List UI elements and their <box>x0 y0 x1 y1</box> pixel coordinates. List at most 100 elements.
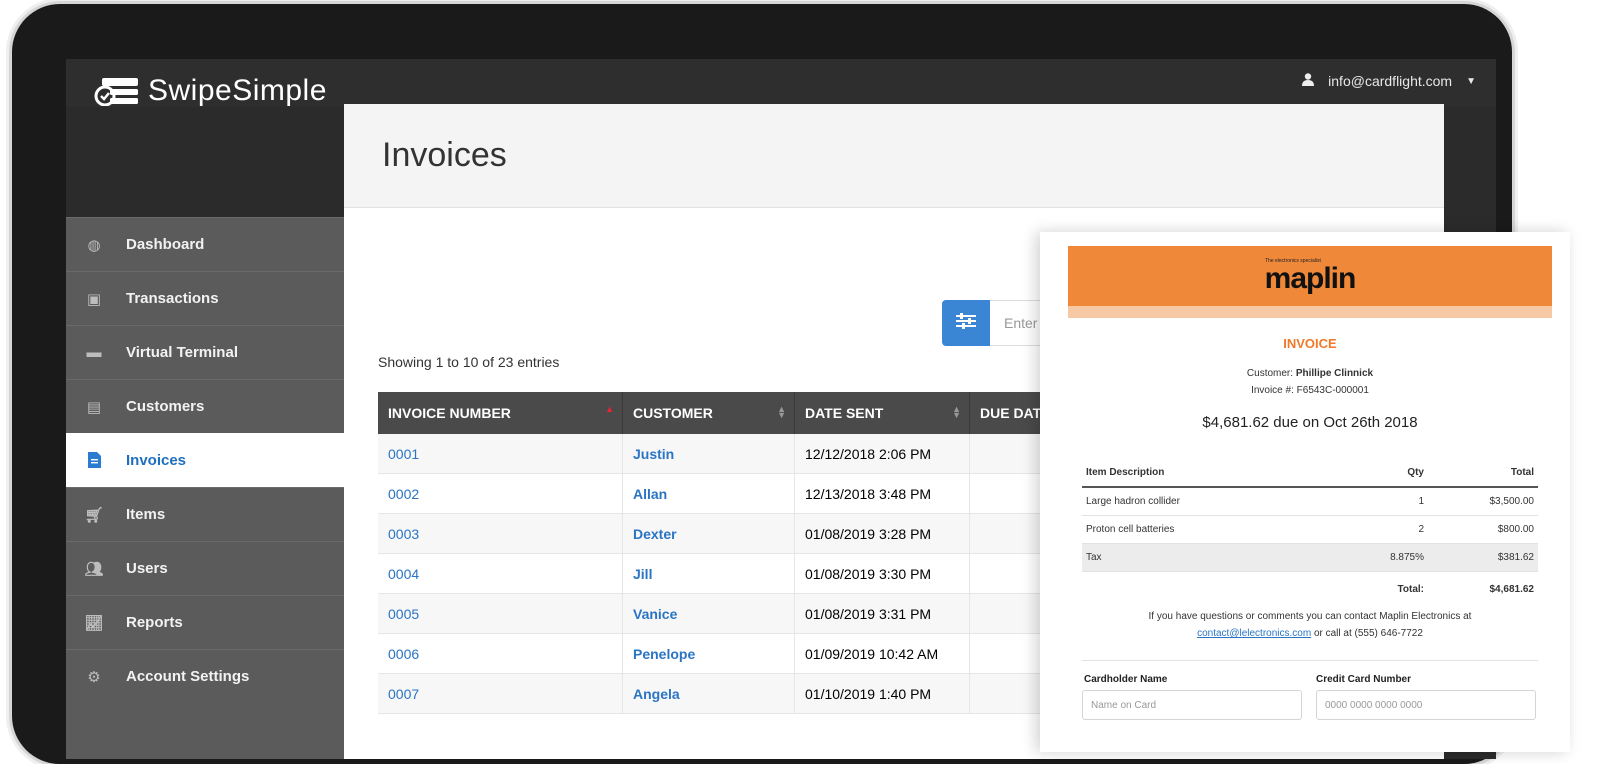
dashboard-icon: ◍ <box>87 236 101 254</box>
customer-label: Customer: <box>1246 368 1294 379</box>
chart-icon: 📈︎ <box>84 614 104 632</box>
sidebar-item-label: Invoices <box>126 451 187 469</box>
transactions-icon: ▣ <box>86 290 102 308</box>
sidebar-item-virtual-terminal[interactable]: ▬ Virtual Terminal <box>66 325 344 379</box>
customer-link[interactable]: Jill <box>623 554 795 593</box>
maplin-logo: maplin <box>1264 262 1357 295</box>
card-icon: ▬ <box>86 344 102 361</box>
document-icon <box>84 452 104 468</box>
user-menu[interactable]: info@cardflight.com ▼ <box>1302 73 1476 89</box>
sidebar-item-label: Dashboard <box>126 236 205 253</box>
invoice-number-link[interactable]: 0006 <box>378 634 623 673</box>
invoice-number-link[interactable]: 0003 <box>378 514 623 553</box>
invoice-due-amount: $4,681.62 due on Oct 26th 2018 <box>1202 414 1418 431</box>
column-label: INVOICE NUMBER <box>388 405 511 421</box>
sliders-icon <box>956 312 976 334</box>
date-sent: 12/13/2018 3:48 PM <box>795 474 970 513</box>
user-email: info@cardflight.com <box>1328 73 1453 89</box>
sidebar-item-label: Users <box>126 560 168 577</box>
invoice-heading: INVOICE <box>1283 336 1337 351</box>
contact-email-link[interactable]: contact@lelectronics.com <box>1197 628 1311 639</box>
item-total: $800.00 <box>1497 524 1534 535</box>
invoice-number: Invoice #: F6543C-000001 <box>1251 385 1369 396</box>
item-qty: 1 <box>1418 496 1424 507</box>
date-sent: 01/08/2019 3:31 PM <box>795 594 970 633</box>
tax-label: Tax <box>1086 552 1102 563</box>
customer-name: Phillipe Clinnick <box>1295 368 1374 379</box>
column-label: DATE SENT <box>805 405 884 421</box>
column-invoice-number[interactable]: INVOICE NUMBER ▲ <box>378 392 623 434</box>
sidebar-item-invoices[interactable]: Invoices <box>66 433 344 487</box>
brand-name: SwipeSimple <box>148 74 327 107</box>
sidebar-item-account-settings[interactable]: ⚙ Account Settings <box>66 649 344 703</box>
cardholder-name-input[interactable]: Name on Card <box>1082 690 1302 720</box>
invoice-number-link[interactable]: 0005 <box>378 594 623 633</box>
total-label: Total: <box>1397 583 1424 595</box>
users-icon: 👥︎ <box>84 560 104 578</box>
invoice-customer: Customer: Phillipe Clinnick <box>1068 368 1552 379</box>
sort-icon: ▲ <box>605 404 614 414</box>
page-header: Invoices <box>344 104 1444 208</box>
tax-rate: 8.875% <box>1390 552 1424 563</box>
date-sent: 12/12/2018 2:06 PM <box>795 434 970 473</box>
swipe-card-icon <box>94 76 140 107</box>
contact-line: contact@lelectronics.com or call at (555… <box>1068 625 1552 642</box>
column-customer[interactable]: CUSTOMER ▲ ▼ <box>623 392 795 434</box>
sidebar-header <box>66 107 344 217</box>
sidebar-item-transactions[interactable]: ▣ Transactions <box>66 271 344 325</box>
sidebar-item-label: Items <box>126 506 166 523</box>
invoice-number-link[interactable]: 0001 <box>378 434 623 473</box>
item-description: Proton cell batteries <box>1086 524 1175 535</box>
customer-link[interactable]: Justin <box>623 434 795 473</box>
contact-phone: or call at (555) 646-7722 <box>1313 628 1423 639</box>
invoice-items-table: Item Description Qty Total Large hadron … <box>1082 458 1538 606</box>
customer-link[interactable]: Angela <box>623 674 795 713</box>
cardholder-placeholder: Name on Card <box>1091 699 1157 711</box>
sidebar-item-customers[interactable]: ▤ Customers <box>66 379 344 433</box>
contact-info: If you have questions or comments you ca… <box>1068 608 1552 642</box>
sidebar-item-items[interactable]: 🛒︎ Items <box>66 487 344 541</box>
sort-icon: ▲ ▼ <box>952 404 961 420</box>
date-sent: 01/09/2019 10:42 AM <box>795 634 970 673</box>
sidebar-item-dashboard[interactable]: ◍ Dashboard <box>66 217 344 271</box>
tax-row: Tax 8.875% $381.62 <box>1082 544 1538 572</box>
customer-link[interactable]: Vanice <box>623 594 795 633</box>
invoice-number-link[interactable]: 0002 <box>378 474 623 513</box>
sidebar-item-label: Account Settings <box>126 668 250 685</box>
customer-link[interactable]: Allan <box>623 474 795 513</box>
date-sent: 01/10/2019 1:40 PM <box>795 674 970 713</box>
credit-card-placeholder: 0000 0000 0000 0000 <box>1325 699 1423 711</box>
total-row: Total: $4,681.62 <box>1082 572 1538 606</box>
date-sent: 01/08/2019 3:28 PM <box>795 514 970 553</box>
filter-button[interactable] <box>942 300 990 346</box>
column-label: Total <box>1510 466 1534 478</box>
customer-link[interactable]: Penelope <box>623 634 795 673</box>
invoice-number-link[interactable]: 0007 <box>378 674 623 713</box>
credit-card-label: Credit Card Number <box>1316 674 1412 685</box>
contact-text: If you have questions or comments you ca… <box>1148 611 1472 622</box>
gear-icon: ⚙ <box>87 668 101 686</box>
page-title: Invoices <box>382 136 507 174</box>
customer-link[interactable]: Dexter <box>623 514 795 553</box>
invoice-number-link[interactable]: 0004 <box>378 554 623 593</box>
list-item: Proton cell batteries 2 $800.00 <box>1082 516 1538 544</box>
sort-icon: ▲ ▼ <box>777 404 786 420</box>
sidebar-item-reports[interactable]: 📈︎ Reports <box>66 595 344 649</box>
invoice-body: INVOICE Customer: Phillipe Clinnick Invo… <box>1068 318 1552 738</box>
item-total: $3,500.00 <box>1489 496 1535 507</box>
sidebar-item-label: Customers <box>126 398 205 415</box>
total-value: $4,681.62 <box>1489 583 1535 595</box>
credit-card-number-input[interactable]: 0000 0000 0000 0000 <box>1316 690 1536 720</box>
date-sent: 01/08/2019 3:30 PM <box>795 554 970 593</box>
top-bar: SwipeSimple info@cardflight.com ▼ <box>66 59 1496 107</box>
user-icon <box>1302 73 1315 89</box>
cardholder-label: Cardholder Name <box>1084 674 1168 685</box>
column-label: CUSTOMER <box>633 405 713 421</box>
column-date-sent[interactable]: DATE SENT ▲ ▼ <box>795 392 970 434</box>
tax-amount: $381.62 <box>1497 552 1534 563</box>
divider <box>1082 660 1538 661</box>
sidebar-item-users[interactable]: 👥︎ Users <box>66 541 344 595</box>
brand-logo[interactable]: SwipeSimple <box>94 71 327 111</box>
item-qty: 2 <box>1418 524 1424 535</box>
entries-count: Showing 1 to 10 of 23 entries <box>378 354 560 370</box>
